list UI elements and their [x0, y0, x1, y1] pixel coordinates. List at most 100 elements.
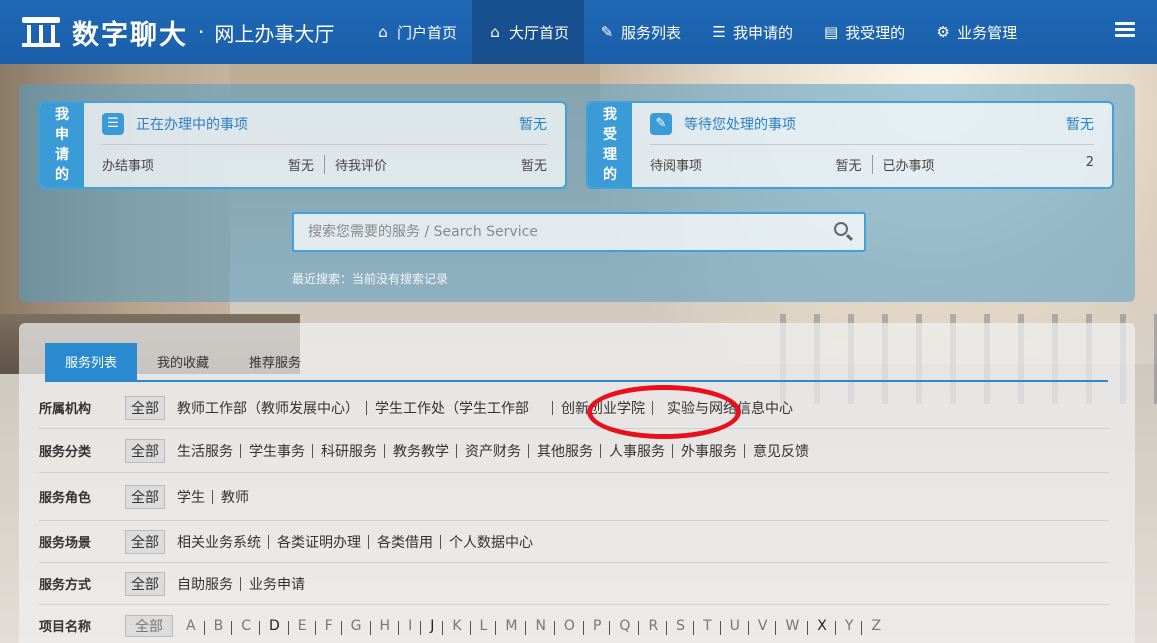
in-progress-link[interactable]: 正在办理中的事项 — [136, 114, 519, 134]
tab-recommended[interactable]: 推荐服务 — [229, 343, 321, 380]
tab-favorites[interactable]: 我的收藏 — [137, 343, 229, 380]
filter-label: 项目名称 — [39, 620, 92, 635]
filter-option[interactable]: M — [495, 618, 526, 635]
nav-portal-home[interactable]: ⌂ 门户首页 — [360, 0, 472, 64]
filter-option[interactable]: Q — [609, 618, 639, 635]
filter-option[interactable]: C — [231, 618, 260, 635]
filter-all-option[interactable]: 全部 — [125, 529, 165, 554]
filter-option[interactable]: P — [582, 618, 610, 635]
my-applied-tag: 我申请的 — [40, 103, 84, 187]
filter-option[interactable]: N — [525, 618, 554, 635]
pending-review-items[interactable]: 待我评价 暂无 — [324, 155, 547, 174]
filter-option[interactable]: 教务教学 — [384, 441, 457, 461]
filter-all-option[interactable]: 全部 — [125, 395, 165, 420]
edit-icon: ✎ — [650, 112, 672, 135]
filter-option[interactable]: A — [177, 618, 205, 634]
filter-option[interactable]: 科研服务 — [312, 441, 385, 461]
filter-option[interactable]: O — [553, 618, 584, 635]
filter-option[interactable]: D — [258, 618, 289, 635]
filter-all-option[interactable]: 全部 — [125, 438, 165, 463]
filter-option[interactable]: E — [287, 618, 316, 635]
filter-option[interactable]: 业务申请 — [240, 574, 313, 594]
filter-option[interactable]: 个人数据中心 — [440, 532, 541, 552]
to-read-items[interactable]: 待阅事项 暂无 — [650, 155, 872, 174]
filter-option[interactable]: 外事服务 — [672, 441, 745, 461]
filter-option[interactable]: G — [340, 618, 371, 635]
site-subtitle: 网上办事大厅 — [214, 21, 335, 46]
filter-label: 服务场景 — [39, 536, 92, 551]
filter-option[interactable]: I — [398, 618, 421, 635]
filter-option[interactable]: 相关业务系统 — [169, 532, 269, 552]
filter-all-option[interactable]: 全部 — [125, 571, 165, 596]
filter-option[interactable]: 意见反馈 — [744, 441, 817, 461]
nav-business-management[interactable]: ⚙ 业务管理 — [920, 0, 1032, 64]
nav-hall-home[interactable]: ⌂ 大厅首页 — [472, 0, 585, 64]
nav-label: 服务列表 — [621, 23, 682, 42]
filter-option[interactable]: 资产财务 — [456, 441, 529, 461]
nav-service-list[interactable]: ✎ 服务列表 — [584, 0, 696, 64]
filter-option[interactable]: 教师 — [212, 487, 257, 507]
filter-option[interactable]: 各类证明办理 — [268, 532, 369, 552]
filter-option[interactable]: 各类借用 — [368, 532, 441, 552]
filter-option[interactable]: R — [638, 618, 667, 635]
filter-option[interactable]: 人事服务 — [600, 441, 673, 461]
filter-option[interactable]: S — [666, 618, 694, 635]
nav-label: 业务管理 — [957, 23, 1018, 42]
nav-my-applied[interactable]: ☰ 我申请的 — [696, 0, 808, 64]
filter-option[interactable]: Y — [834, 618, 863, 635]
nav-my-handled[interactable]: ▤ 我受理的 — [808, 0, 920, 64]
filter-option[interactable]: F — [314, 618, 342, 635]
filter-option[interactable]: 学生 — [169, 487, 213, 507]
filter-option[interactable]: V — [747, 618, 777, 635]
in-progress-value: 暂无 — [519, 116, 547, 133]
filter-option[interactable]: J — [420, 618, 443, 635]
recent-searches: 最近搜索：当前没有搜索记录 — [292, 272, 449, 286]
completed-value: 暂无 — [287, 159, 314, 174]
filter-option[interactable]: 实验与网络信息中心 — [652, 398, 801, 418]
filter-all-option[interactable]: 全部 — [125, 484, 165, 509]
filter-option[interactable]: 生活服务 — [169, 441, 241, 461]
awaiting-you-value: 暂无 — [1066, 116, 1094, 133]
my-handled-tag: 我受理的 — [588, 103, 632, 187]
nav-label: 大厅首页 — [509, 23, 570, 42]
filter-option[interactable]: 创新创业学院 — [552, 398, 653, 418]
dashboard-panel: 我申请的 ☰ 正在办理中的事项 暂无 办结事项 暂无 待我评价 暂无 我受理的 — [19, 84, 1135, 302]
search-input[interactable] — [294, 214, 824, 250]
filter-option[interactable]: U — [719, 618, 749, 635]
home-icon: ⌂ — [490, 23, 500, 41]
filter-option[interactable]: W — [775, 618, 808, 635]
filter-option[interactable]: B — [203, 618, 233, 635]
main-nav: ⌂ 门户首页 ⌂ 大厅首页 ✎ 服务列表 ☰ 我申请的 ▤ 我受理的 ⚙ 业务管… — [360, 0, 1032, 64]
awaiting-you-link[interactable]: 等待您处理的事项 — [684, 114, 1066, 134]
filter-option[interactable]: L — [469, 618, 497, 635]
server-icon: ▤ — [823, 23, 839, 41]
filter-options: 全部 学生 教师 — [125, 484, 257, 509]
filter-option[interactable]: 学生事务 — [240, 441, 313, 461]
hamburger-menu-icon[interactable] — [1115, 22, 1135, 38]
filter-option[interactable]: Z — [861, 618, 890, 635]
filter-list: 所属机构 全部 教师工作部（教师发展中心） 学生工作处（学生工作部 创新创业学院 实验与网… — [39, 387, 1109, 643]
my-handled-card: 我受理的 ✎ 等待您处理的事项 暂无 待阅事项 暂无 已办事项 2 — [586, 101, 1114, 189]
filter-option[interactable]: H — [369, 618, 400, 635]
filter-option[interactable]: 其他服务 — [528, 441, 601, 461]
pending-review-label: 待我评价 — [335, 159, 388, 174]
nav-label: 我受理的 — [845, 23, 906, 42]
done-items[interactable]: 已办事项 2 — [871, 155, 1094, 174]
filter-option[interactable]: 教师工作部（教师发展中心） — [169, 398, 367, 418]
filter-option[interactable]: 自助服务 — [169, 574, 241, 594]
filter-option[interactable]: T — [693, 618, 721, 635]
done-label: 已办事项 — [882, 159, 935, 174]
filter-all-option[interactable]: 全部 — [125, 614, 173, 637]
filter-option[interactable]: X — [807, 618, 836, 635]
completed-items[interactable]: 办结事项 暂无 — [102, 155, 324, 174]
tab-service-list[interactable]: 服务列表 — [45, 343, 138, 380]
list-icon: ☰ — [102, 112, 124, 135]
logo[interactable]: 数字聊大 · 网上办事大厅 — [0, 13, 360, 52]
filter-options: 全部 自助服务 业务申请 — [125, 571, 313, 596]
filter-option[interactable]: K — [442, 618, 470, 635]
filter-option[interactable]: 学生工作处（学生工作部 — [366, 398, 537, 418]
to-read-value: 暂无 — [835, 159, 862, 174]
search-icon[interactable] — [824, 214, 864, 250]
done-value: 2 — [1085, 155, 1094, 170]
logo-separator: · — [198, 20, 205, 44]
